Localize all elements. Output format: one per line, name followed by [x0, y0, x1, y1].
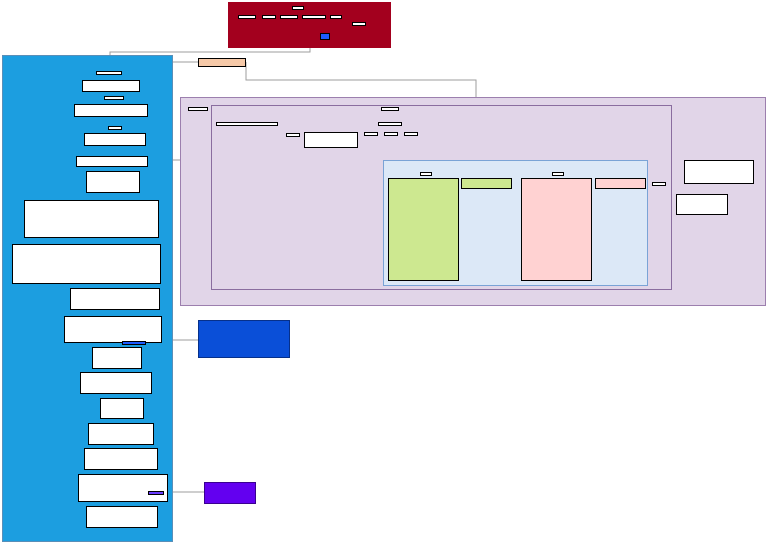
left-item [84, 133, 146, 146]
left-item [92, 347, 142, 369]
tree-node [96, 71, 122, 75]
top-child-node [352, 22, 366, 26]
left-item [24, 200, 159, 238]
green-side-node [461, 178, 512, 189]
left-item [74, 104, 148, 117]
left-item [70, 288, 160, 310]
tree-node [384, 132, 398, 136]
tree-node [108, 126, 122, 130]
violet-box [204, 482, 256, 504]
tree-node [381, 107, 399, 111]
red-side-node [595, 178, 646, 189]
left-item [78, 474, 168, 502]
tree-node [378, 122, 402, 126]
peach-node [198, 58, 246, 67]
right-out-box [684, 160, 754, 184]
tree-box [304, 132, 358, 148]
tree-node [420, 172, 432, 176]
tree-node [364, 132, 378, 136]
green-block [388, 178, 459, 281]
red-block [521, 178, 592, 281]
left-item [86, 506, 158, 528]
tree-node [216, 122, 278, 126]
tree-node [148, 491, 164, 495]
left-item [86, 171, 140, 193]
blue-box [198, 320, 290, 358]
top-child-node [238, 15, 256, 19]
tree-node [286, 133, 300, 137]
edge-peach-to-right [245, 62, 477, 97]
tree-node [652, 182, 666, 186]
left-item [80, 372, 152, 394]
left-item [82, 80, 140, 92]
top-root-node [292, 6, 304, 10]
top-child-node [262, 15, 276, 19]
tree-node [104, 96, 124, 100]
left-item [64, 316, 162, 343]
left-item [100, 398, 144, 419]
left-item [76, 156, 148, 167]
top-child-node [330, 15, 342, 19]
top-child-node [302, 15, 326, 19]
tree-node [122, 341, 146, 345]
tree-node [188, 107, 208, 111]
left-item [88, 423, 154, 445]
top-cluster [228, 2, 391, 48]
left-item [12, 244, 161, 284]
top-blue-marker [320, 33, 330, 40]
top-child-node [280, 15, 298, 19]
tree-node [404, 132, 418, 136]
left-item [84, 448, 158, 470]
tree-node [552, 172, 564, 176]
right-out-box [676, 194, 728, 215]
